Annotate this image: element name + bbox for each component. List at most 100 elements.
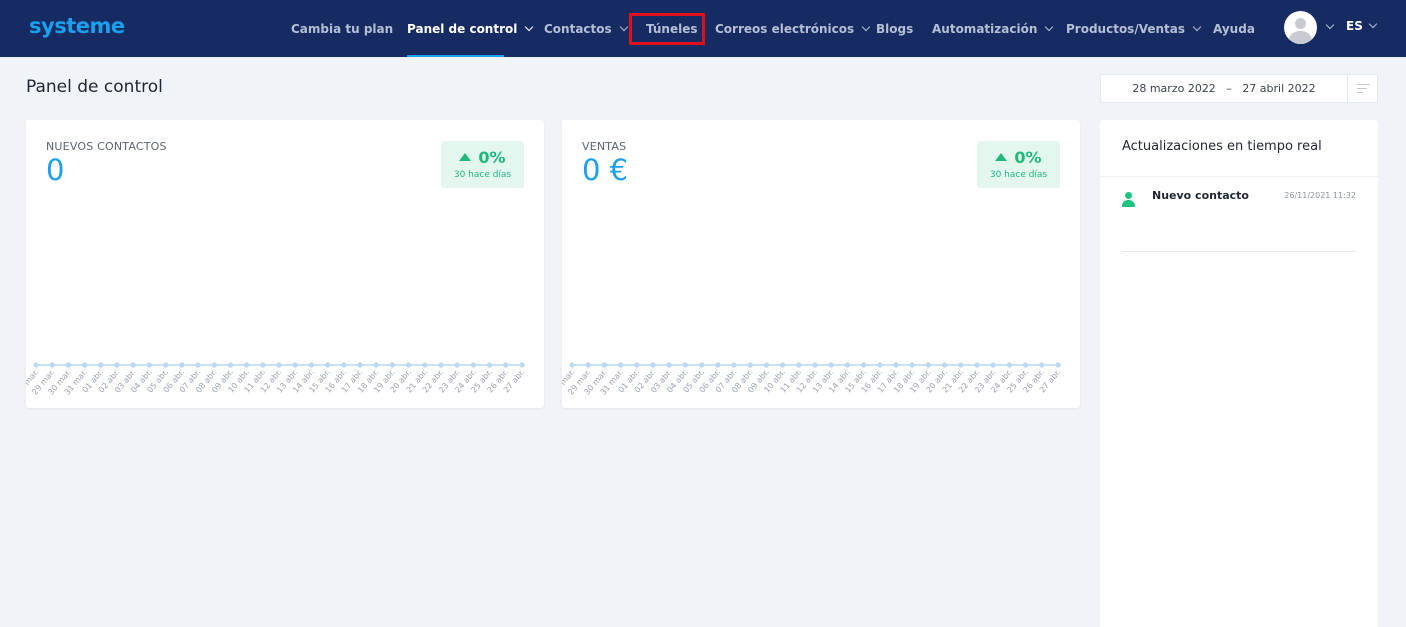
top-navbar: systeme Cambia tu plan Panel de control …: [0, 0, 1406, 57]
date-to: 27 abril 2022: [1242, 82, 1316, 95]
nav-label: Contactos: [544, 21, 612, 36]
nav-productos-ventas[interactable]: Productos/Ventas: [1066, 0, 1202, 57]
data-point[interactable]: [747, 362, 753, 368]
filter-line: [1357, 92, 1363, 93]
data-point[interactable]: [146, 362, 152, 368]
data-point[interactable]: [422, 362, 428, 368]
chevron-down-icon[interactable]: [1325, 20, 1335, 30]
data-point[interactable]: [1055, 362, 1061, 368]
data-point[interactable]: [958, 362, 964, 368]
filter-icon[interactable]: [1347, 75, 1377, 102]
nav-label: Blogs: [876, 21, 914, 36]
data-point[interactable]: [49, 362, 55, 368]
data-point[interactable]: [357, 362, 363, 368]
data-point[interactable]: [828, 362, 834, 368]
data-point[interactable]: [666, 362, 672, 368]
data-point[interactable]: [601, 362, 607, 368]
data-point[interactable]: [715, 362, 721, 368]
nav-automatizacion[interactable]: Automatización: [932, 0, 1054, 57]
data-point[interactable]: [114, 362, 120, 368]
data-point[interactable]: [763, 362, 769, 368]
data-point[interactable]: [373, 362, 379, 368]
data-point[interactable]: [585, 362, 591, 368]
data-point[interactable]: [389, 362, 395, 368]
data-point[interactable]: [503, 362, 509, 368]
nav-ayuda[interactable]: Ayuda: [1213, 0, 1255, 57]
data-point[interactable]: [618, 362, 624, 368]
user-icon: [1122, 192, 1135, 207]
data-point[interactable]: [909, 362, 915, 368]
data-point[interactable]: [877, 362, 883, 368]
data-point[interactable]: [454, 362, 460, 368]
data-point[interactable]: [292, 362, 298, 368]
chevron-down-icon[interactable]: [1368, 19, 1378, 29]
data-point[interactable]: [893, 362, 899, 368]
data-point[interactable]: [470, 362, 476, 368]
data-point[interactable]: [195, 362, 201, 368]
date-from: 28 marzo 2022: [1132, 82, 1216, 95]
nav-cambia-tu-plan[interactable]: Cambia tu plan: [291, 0, 393, 57]
nav-contactos[interactable]: Contactos: [544, 0, 628, 57]
data-point[interactable]: [65, 362, 71, 368]
change-badge: 0% 30 hace días: [441, 141, 524, 188]
filter-line: [1357, 84, 1370, 85]
data-point[interactable]: [33, 362, 39, 368]
data-point[interactable]: [325, 362, 331, 368]
date-range-picker[interactable]: 28 marzo 2022 – 27 abril 2022: [1100, 74, 1378, 103]
data-point[interactable]: [406, 362, 412, 368]
data-point[interactable]: [130, 362, 136, 368]
data-point[interactable]: [308, 362, 314, 368]
data-point[interactable]: [260, 362, 266, 368]
data-point[interactable]: [990, 362, 996, 368]
data-point[interactable]: [244, 362, 250, 368]
data-point[interactable]: [82, 362, 88, 368]
data-point[interactable]: [731, 362, 737, 368]
data-point[interactable]: [211, 362, 217, 368]
data-point[interactable]: [780, 362, 786, 368]
data-point[interactable]: [227, 362, 233, 368]
data-point[interactable]: [925, 362, 931, 368]
language-selector[interactable]: ES: [1346, 19, 1363, 33]
change-value: 0%: [478, 148, 506, 167]
data-point[interactable]: [1006, 362, 1012, 368]
data-point[interactable]: [1023, 362, 1029, 368]
data-point[interactable]: [796, 362, 802, 368]
chevron-down-icon: [525, 22, 534, 31]
data-point[interactable]: [699, 362, 705, 368]
data-point[interactable]: [861, 362, 867, 368]
nav-label: Cambia tu plan: [291, 21, 394, 36]
data-point[interactable]: [650, 362, 656, 368]
data-point[interactable]: [812, 362, 818, 368]
data-point[interactable]: [942, 362, 948, 368]
nav-correos-electronicos[interactable]: Correos electrónicos: [715, 0, 871, 57]
data-point[interactable]: [634, 362, 640, 368]
systeme-logo[interactable]: systeme: [29, 14, 125, 38]
sales-chart: 28 mar.29 mar.30 mar.31 mar.01 abr.02 ab…: [562, 362, 1063, 397]
change-value: 0%: [1014, 148, 1042, 167]
chevron-down-icon: [861, 22, 871, 31]
data-point[interactable]: [487, 362, 493, 368]
change-percent: 0%: [441, 148, 524, 167]
new-contacts-card: NUEVOS CONTACTOS 0 0% 30 hace días 28 ma…: [26, 120, 544, 408]
data-point[interactable]: [974, 362, 980, 368]
data-point[interactable]: [276, 362, 282, 368]
data-point[interactable]: [98, 362, 104, 368]
data-point[interactable]: [341, 362, 347, 368]
nav-blogs[interactable]: Blogs: [876, 0, 913, 57]
nav-label: Automatización: [932, 21, 1038, 36]
avatar[interactable]: [1284, 11, 1317, 44]
change-caption: 30 hace días: [453, 170, 512, 180]
data-point[interactable]: [163, 362, 169, 368]
data-point[interactable]: [179, 362, 185, 368]
card-value: 0 €: [582, 153, 629, 187]
nav-label: Correos electrónicos: [715, 21, 855, 36]
data-point[interactable]: [682, 362, 688, 368]
data-point[interactable]: [1039, 362, 1045, 368]
highlight-box: [629, 13, 705, 45]
nav-panel-de-control[interactable]: Panel de control: [407, 0, 534, 57]
data-point[interactable]: [519, 362, 525, 368]
data-point[interactable]: [569, 362, 575, 368]
data-point[interactable]: [844, 362, 850, 368]
data-point[interactable]: [438, 362, 444, 368]
chevron-down-icon: [1045, 22, 1054, 31]
